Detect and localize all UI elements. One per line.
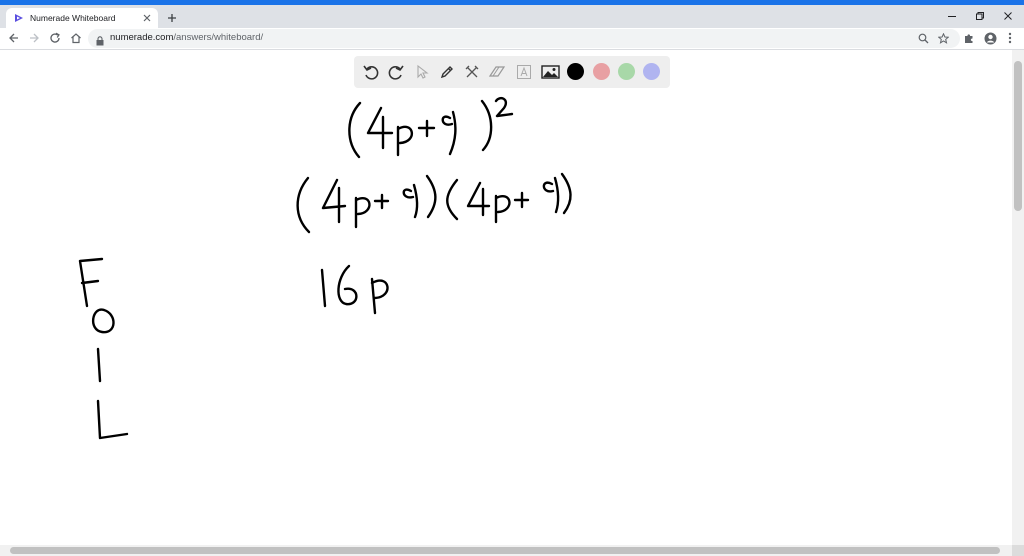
home-icon[interactable] bbox=[68, 30, 84, 46]
pen-icon[interactable] bbox=[437, 62, 457, 82]
horizontal-scrollbar[interactable] bbox=[0, 545, 1012, 556]
browser-toolbar: numerade.com/answers/whiteboard/ bbox=[0, 28, 1024, 50]
eraser-icon[interactable] bbox=[487, 62, 507, 82]
image-icon[interactable] bbox=[540, 62, 560, 82]
bookmark-star-icon[interactable] bbox=[936, 31, 951, 46]
vertical-scrollbar[interactable] bbox=[1012, 50, 1024, 545]
forward-arrow-icon[interactable] bbox=[26, 30, 42, 46]
handwriting-layer bbox=[78, 97, 572, 440]
zoom-icon[interactable] bbox=[916, 31, 931, 46]
close-window-icon[interactable] bbox=[996, 8, 1020, 24]
tab-strip: Numerade Whiteboard bbox=[0, 5, 1024, 28]
restore-icon[interactable] bbox=[968, 8, 992, 24]
url-text: numerade.com/answers/whiteboard/ bbox=[110, 32, 263, 43]
redo-icon[interactable] bbox=[386, 62, 406, 82]
handwriting-line-2 bbox=[296, 172, 572, 234]
pointer-icon[interactable] bbox=[412, 62, 432, 82]
lock-icon[interactable] bbox=[96, 33, 104, 51]
browser-tab[interactable]: Numerade Whiteboard bbox=[6, 8, 158, 28]
whiteboard-toolbar bbox=[354, 56, 670, 88]
scrollbar-corner bbox=[1012, 545, 1024, 556]
foil-letters bbox=[78, 257, 129, 440]
tab-title: Numerade Whiteboard bbox=[30, 13, 116, 23]
tools-icon[interactable] bbox=[462, 62, 482, 82]
extensions-puzzle-icon[interactable] bbox=[961, 30, 977, 46]
url-domain: numerade.com bbox=[110, 32, 174, 43]
horizontal-scroll-thumb[interactable] bbox=[10, 547, 1000, 554]
color-swatch-pink[interactable] bbox=[593, 63, 610, 80]
undo-icon[interactable] bbox=[361, 62, 381, 82]
profile-avatar-icon[interactable] bbox=[982, 30, 998, 46]
vertical-scroll-thumb[interactable] bbox=[1014, 61, 1022, 211]
url-path: /answers/whiteboard/ bbox=[173, 32, 264, 43]
color-swatch-green[interactable] bbox=[618, 63, 635, 80]
new-tab-icon[interactable] bbox=[164, 10, 180, 26]
text-icon[interactable] bbox=[514, 62, 534, 82]
numerade-play-icon bbox=[14, 13, 24, 23]
color-swatch-black[interactable] bbox=[567, 63, 584, 80]
reload-icon[interactable] bbox=[47, 30, 63, 46]
handwriting-line-3 bbox=[320, 264, 389, 315]
color-swatch-lavender[interactable] bbox=[643, 63, 660, 80]
minimize-icon[interactable] bbox=[940, 8, 964, 24]
handwriting-line-1 bbox=[348, 97, 514, 159]
address-bar[interactable]: numerade.com/answers/whiteboard/ bbox=[88, 29, 960, 48]
whiteboard-canvas[interactable] bbox=[0, 50, 1012, 545]
close-tab-icon[interactable] bbox=[140, 11, 154, 25]
back-arrow-icon[interactable] bbox=[6, 30, 22, 46]
menu-dots-icon[interactable] bbox=[1002, 30, 1018, 46]
